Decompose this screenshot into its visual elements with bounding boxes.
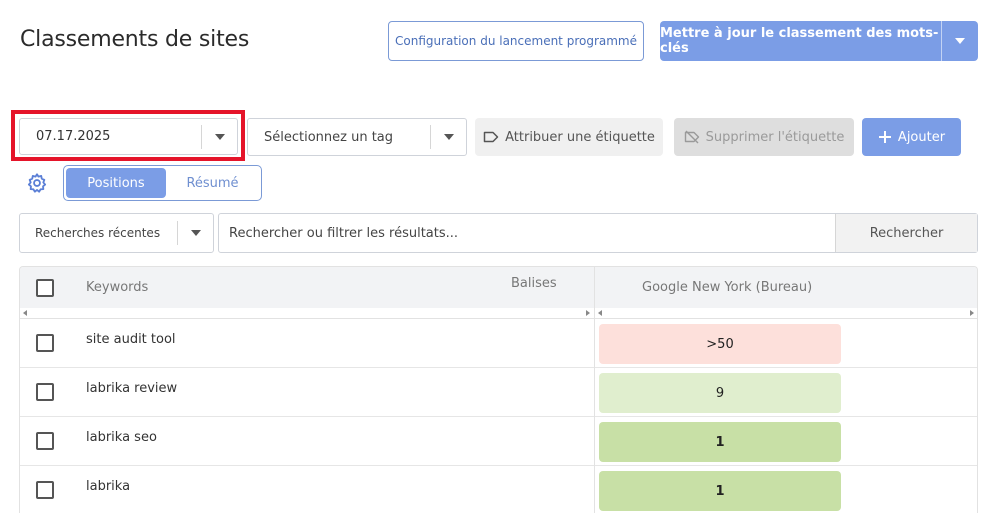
scroll-left-icon[interactable] bbox=[598, 310, 602, 316]
keyword-cell: labrika review bbox=[86, 381, 178, 396]
chevron-down-icon bbox=[214, 133, 225, 140]
update-rankings-button[interactable]: Mettre à jour le classement des mots-clé… bbox=[660, 21, 978, 61]
search-bar: Rechercher bbox=[218, 213, 978, 253]
horizontal-scrollbar[interactable] bbox=[20, 308, 977, 319]
update-rankings-label[interactable]: Mettre à jour le classement des mots-clé… bbox=[660, 21, 941, 61]
search-input[interactable] bbox=[219, 214, 835, 252]
update-rankings-dropdown[interactable] bbox=[941, 21, 978, 61]
page-title: Classements de sites bbox=[20, 27, 250, 52]
add-button[interactable]: Ajouter bbox=[862, 118, 961, 156]
keyword-cell: site audit tool bbox=[86, 332, 176, 347]
plus-icon bbox=[878, 131, 891, 143]
assign-tag-label: Attribuer une étiquette bbox=[505, 129, 655, 145]
recent-searches-label: Recherches récentes bbox=[35, 226, 161, 240]
date-select[interactable]: 07.17.2025 bbox=[19, 118, 238, 155]
rankings-table: Keywords Balises Google New York (Bureau… bbox=[19, 266, 978, 513]
schedule-config-button[interactable]: Configuration du lancement programmé bbox=[388, 21, 644, 61]
row-checkbox[interactable] bbox=[36, 383, 54, 401]
position-cell: 9 bbox=[599, 373, 841, 413]
tag-select[interactable]: Sélectionnez un tag bbox=[247, 118, 467, 156]
chevron-down-icon bbox=[443, 134, 454, 140]
position-cell: 1 bbox=[599, 422, 841, 462]
add-label: Ajouter bbox=[897, 129, 946, 145]
position-cell: 1 bbox=[599, 471, 841, 511]
tag-placeholder: Sélectionnez un tag bbox=[264, 129, 394, 145]
search-button[interactable]: Rechercher bbox=[835, 214, 977, 252]
scroll-right-icon[interactable] bbox=[970, 310, 974, 316]
table-header: Keywords Balises Google New York (Bureau… bbox=[20, 267, 977, 308]
tag-dropdown-toggle[interactable] bbox=[430, 125, 466, 149]
date-value: 07.17.2025 bbox=[36, 129, 111, 144]
row-checkbox[interactable] bbox=[36, 481, 54, 499]
keyword-cell: labrika seo bbox=[86, 430, 157, 445]
remove-tag-label: Supprimer l'étiquette bbox=[705, 129, 845, 145]
tag-icon bbox=[483, 131, 499, 143]
table-row: site audit tool >50 bbox=[20, 319, 977, 368]
select-all-checkbox[interactable] bbox=[36, 279, 54, 297]
row-checkbox[interactable] bbox=[36, 432, 54, 450]
row-checkbox[interactable] bbox=[36, 334, 54, 352]
engine-header[interactable]: Google New York (Bureau) bbox=[642, 280, 812, 295]
keywords-header[interactable]: Keywords bbox=[86, 280, 148, 295]
tags-header[interactable]: Balises bbox=[511, 276, 557, 291]
tab-positions[interactable]: Positions bbox=[66, 168, 166, 198]
gear-icon[interactable] bbox=[26, 172, 48, 194]
recent-searches-select[interactable]: Recherches récentes bbox=[19, 213, 214, 253]
keyword-cell: labrika bbox=[86, 479, 131, 494]
assign-tag-button[interactable]: Attribuer une étiquette bbox=[475, 118, 663, 156]
date-dropdown-toggle[interactable] bbox=[201, 124, 237, 149]
chevron-down-icon bbox=[190, 230, 201, 236]
position-cell: >50 bbox=[599, 324, 841, 364]
tab-summary[interactable]: Résumé bbox=[166, 168, 259, 198]
chevron-down-icon bbox=[955, 38, 965, 44]
recent-searches-toggle[interactable] bbox=[177, 221, 213, 245]
table-row: labrika seo 1 bbox=[20, 417, 977, 466]
table-row: labrika review 9 bbox=[20, 368, 977, 417]
remove-tag-button[interactable]: Supprimer l'étiquette bbox=[674, 118, 854, 156]
table-row: labrika 1 bbox=[20, 466, 977, 513]
tag-off-icon bbox=[684, 130, 699, 144]
view-toggle: Positions Résumé bbox=[63, 165, 262, 201]
column-divider bbox=[594, 267, 595, 513]
scroll-left-icon[interactable] bbox=[23, 310, 27, 316]
scroll-right-icon[interactable] bbox=[586, 310, 590, 316]
